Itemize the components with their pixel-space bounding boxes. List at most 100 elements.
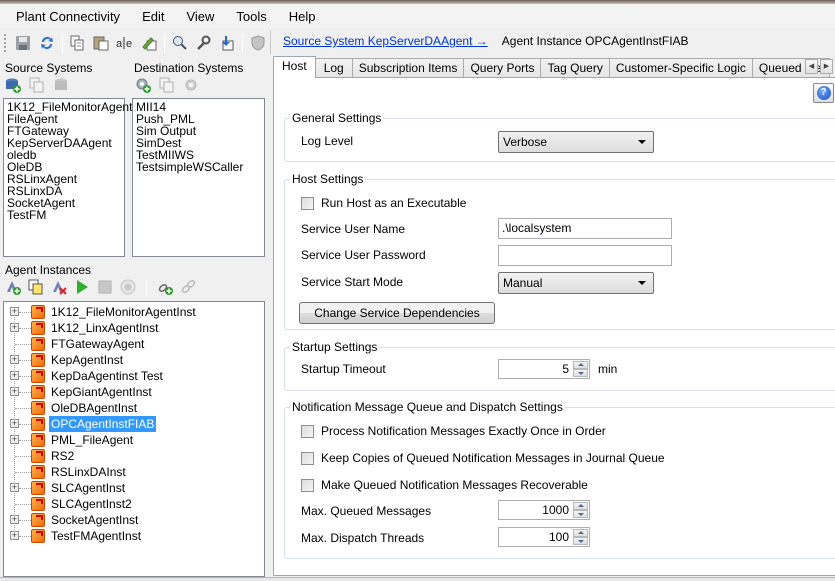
copy-agent-icon[interactable] (28, 279, 44, 298)
tab-scroll-right-icon[interactable]: ▶ (820, 59, 833, 74)
tree-item[interactable]: SLCAgentInst2 (4, 496, 264, 512)
restart-icon[interactable] (120, 279, 136, 298)
menu-edit[interactable]: Edit (134, 9, 172, 24)
change-service-dependencies-button[interactable]: Change Service Dependencies (299, 302, 495, 324)
spin-down-icon[interactable] (573, 537, 588, 545)
make-recoverable-checkbox[interactable] (301, 479, 314, 492)
service-user-password-input[interactable] (498, 245, 672, 266)
tree-item[interactable]: + PML_FileAgent (4, 432, 264, 448)
source-systems-list[interactable]: 1K12_FileMonitorAgent FileAgent FTGatewa… (3, 98, 132, 257)
destination-systems-list[interactable]: MII14 Push_PML Sim Output SimDest TestMI… (132, 98, 265, 257)
tree-item[interactable]: + SLCAgentInst (4, 480, 264, 496)
tree-item[interactable]: + KepGiantAgentInst (4, 384, 264, 400)
tab-log[interactable]: Log (315, 58, 353, 78)
copy-destination-icon[interactable] (159, 77, 175, 96)
log-level-dropdown[interactable]: Verbose (498, 131, 654, 153)
tab-customer-specific-logic[interactable]: Customer-Specific Logic (609, 58, 753, 78)
keep-copies-journal-label: Keep Copies of Queued Notification Messa… (321, 451, 665, 465)
list-item[interactable]: TestFM (7, 209, 121, 221)
edit-icon[interactable] (139, 33, 159, 53)
startup-timeout-unit: min (598, 362, 618, 376)
spin-up-icon[interactable] (573, 361, 588, 369)
run-host-as-executable-checkbox[interactable] (301, 197, 314, 210)
service-user-name-input[interactable]: .\localsystem (498, 218, 672, 239)
tree-item[interactable]: + OPCAgentInstFIAB (4, 416, 264, 432)
spin-down-icon[interactable] (573, 510, 588, 518)
delete-agent-icon[interactable] (51, 279, 67, 298)
max-dispatch-threads-stepper[interactable]: 100 (498, 527, 590, 547)
menu-view[interactable]: View (178, 9, 222, 24)
tab-scroll-left-icon[interactable]: ◀ (805, 59, 818, 74)
tree-item[interactable]: FTGatewayAgent (4, 336, 264, 352)
tree-item[interactable]: RSLinxDAInst (4, 464, 264, 480)
save-icon[interactable] (13, 33, 33, 53)
expand-icon[interactable]: + (10, 435, 19, 444)
security-shield-icon[interactable] (248, 33, 268, 53)
rename-icon[interactable]: ae (115, 33, 135, 53)
delete-source-icon[interactable] (53, 77, 69, 96)
spin-down-icon[interactable] (573, 369, 588, 377)
keep-copies-journal-checkbox[interactable] (301, 452, 314, 465)
max-queued-messages-stepper[interactable]: 1000 (498, 500, 590, 520)
tree-item[interactable]: +1K12_LinxAgentInst (4, 320, 264, 336)
expand-icon[interactable]: + (10, 387, 19, 396)
expand-icon[interactable]: + (10, 323, 19, 332)
spin-up-icon[interactable] (573, 529, 588, 537)
settings-wrench-icon[interactable] (194, 33, 214, 53)
expand-icon[interactable]: + (10, 483, 19, 492)
tab-tag-query[interactable]: Tag Query (541, 58, 610, 78)
breadcrumb: Source System KepServerDAAgent → Agent I… (283, 34, 689, 48)
delete-destination-icon[interactable] (183, 77, 199, 96)
refresh-icon[interactable] (37, 33, 57, 53)
tab-host[interactable]: Host (273, 56, 316, 78)
startup-timeout-label: Startup Timeout (301, 362, 386, 376)
tree-item[interactable]: OleDBAgentInst (4, 400, 264, 416)
start-icon[interactable] (74, 279, 90, 298)
add-link-icon[interactable] (157, 279, 173, 298)
toolbar-grip[interactable] (4, 34, 7, 52)
expand-icon[interactable]: + (10, 355, 19, 364)
tab-query-ports[interactable]: Query Ports (464, 58, 542, 78)
breadcrumb-source-system-link[interactable]: Source System KepServerDAAgent → (283, 34, 488, 48)
service-user-password-label: Service User Password (301, 248, 426, 262)
import-icon[interactable] (217, 33, 237, 53)
tree-item[interactable]: + KepAgentInst (4, 352, 264, 368)
copy-icon[interactable] (68, 33, 88, 53)
expand-icon[interactable]: + (10, 419, 19, 428)
run-host-as-executable-label: Run Host as an Executable (321, 196, 467, 210)
menu-tools[interactable]: Tools (228, 9, 274, 24)
copy-source-icon[interactable] (29, 77, 45, 96)
add-source-icon[interactable] (5, 77, 21, 96)
source-systems-title: Source Systems (5, 61, 93, 75)
spin-up-icon[interactable] (573, 502, 588, 510)
list-item[interactable]: TestsimpleWSCaller (136, 161, 261, 173)
service-start-mode-dropdown[interactable]: Manual (498, 272, 654, 294)
menu-plant-connectivity[interactable]: Plant Connectivity (8, 9, 128, 24)
agent-instances-tree[interactable]: +1K12_FileMonitorAgentInst +1K12_LinxAgen… (3, 301, 265, 577)
paste-icon[interactable] (91, 33, 111, 53)
tree-connector (19, 488, 31, 489)
tab-queued-messages[interactable]: Queued Messages (752, 58, 830, 78)
menu-help[interactable]: Help (281, 9, 324, 24)
tree-item-label: KepGiantAgentInst (51, 385, 152, 399)
startup-timeout-stepper[interactable]: 5 (498, 359, 590, 379)
process-exactly-once-checkbox[interactable] (301, 425, 314, 438)
expand-icon[interactable]: + (10, 307, 19, 316)
help-button[interactable]: ? (813, 83, 834, 103)
tree-item[interactable]: + SocketAgentInst (4, 512, 264, 528)
host-settings-title: Host Settings (290, 172, 366, 186)
toolbar-separator (242, 33, 244, 53)
search-icon[interactable] (170, 33, 190, 53)
tree-item[interactable]: + TestFMAgentInst (4, 528, 264, 544)
tree-item[interactable]: RS2 (4, 448, 264, 464)
expand-icon[interactable]: + (10, 371, 19, 380)
expand-icon[interactable]: + (10, 531, 19, 540)
remove-link-icon[interactable] (180, 279, 196, 298)
stop-icon[interactable] (97, 279, 113, 298)
expand-icon[interactable]: + (10, 515, 19, 524)
tree-item[interactable]: +1K12_FileMonitorAgentInst (4, 304, 264, 320)
add-destination-icon[interactable] (135, 77, 151, 96)
add-agent-icon[interactable] (5, 279, 21, 298)
tab-subscription-items[interactable]: Subscription Items (352, 58, 465, 78)
tree-item[interactable]: + KepDaAgentinst Test (4, 368, 264, 384)
